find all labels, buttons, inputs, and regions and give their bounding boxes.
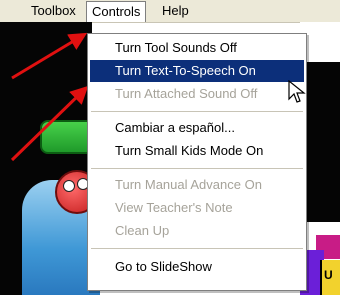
menu-item-text-to-speech[interactable]: Turn Text-To-Speech On xyxy=(90,60,304,82)
menu-help[interactable]: Help xyxy=(157,2,194,20)
menu-controls[interactable]: Controls xyxy=(86,1,147,22)
menu-item-spanish[interactable]: Cambiar a español... xyxy=(90,117,304,139)
menu-item-clean-up[interactable]: Clean Up xyxy=(90,220,304,242)
menu-separator xyxy=(91,111,303,112)
menu-separator xyxy=(91,168,303,169)
menu-item-attached-sound[interactable]: Turn Attached Sound Off xyxy=(90,83,304,105)
menu-item-small-kids-mode[interactable]: Turn Small Kids Mode On xyxy=(90,140,304,162)
menu-separator xyxy=(91,248,303,249)
menu-item-go-to-slideshow[interactable]: Go to SlideShow xyxy=(90,256,304,278)
menu-item-tool-sounds[interactable]: Turn Tool Sounds Off xyxy=(90,37,304,59)
bird-eye-left xyxy=(63,180,75,192)
app-tile-label: U xyxy=(324,268,333,282)
menu-item-teachers-note[interactable]: View Teacher's Note xyxy=(90,197,304,219)
menu-toolbox[interactable]: Toolbox xyxy=(26,2,81,20)
menu-item-manual-advance[interactable]: Turn Manual Advance On xyxy=(90,174,304,196)
mouse-cursor-icon xyxy=(288,80,306,103)
menu-bar: Toolbox Controls Help xyxy=(0,0,340,23)
controls-dropdown-menu: Turn Tool Sounds Off Turn Text-To-Speech… xyxy=(87,33,307,291)
